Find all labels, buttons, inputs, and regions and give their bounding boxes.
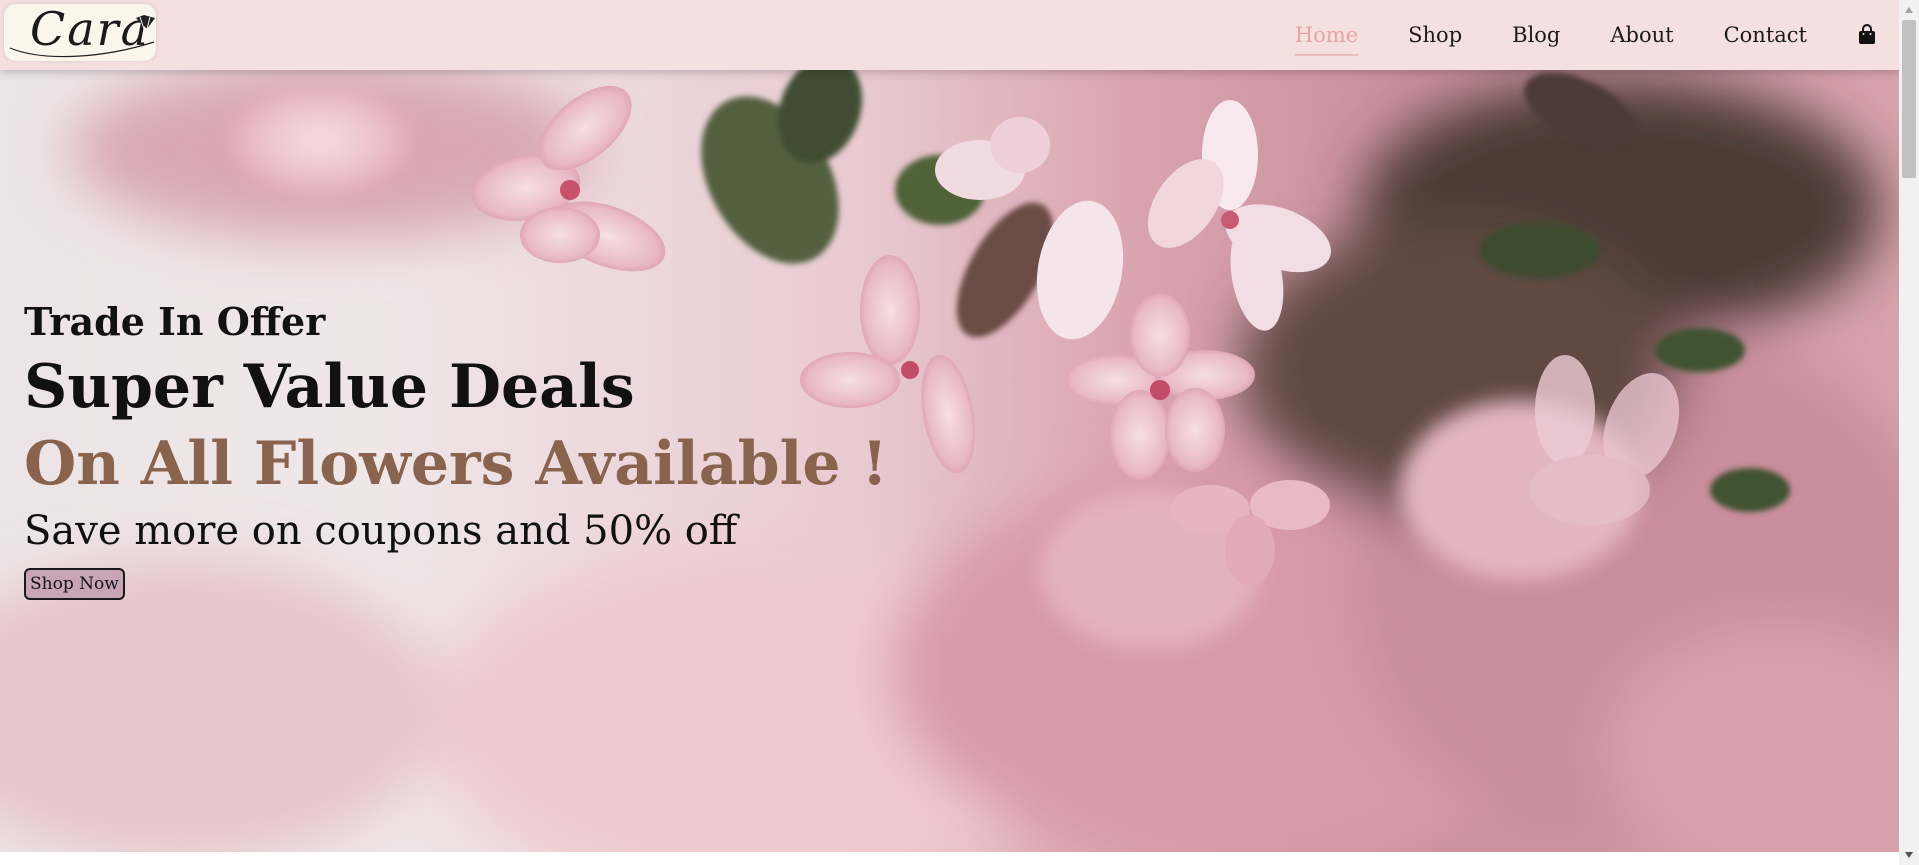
nav-item-shop[interactable]: Shop	[1408, 23, 1462, 47]
scrollbar-thumb[interactable]	[1902, 20, 1916, 178]
hero-banner: Trade In Offer Super Value Deals On All …	[0, 70, 1899, 852]
hero-headline: Super Value Deals	[24, 351, 635, 422]
scroll-down-arrow-icon[interactable]	[1899, 847, 1919, 863]
nav-item-about[interactable]: About	[1610, 23, 1673, 47]
page: Cara Home Shop Blog About Contact Trade …	[0, 0, 1919, 865]
hero-subtext: Save more on coupons and 50% off	[24, 508, 738, 555]
shop-now-button[interactable]: Shop Now	[24, 568, 125, 601]
below-fold-strip	[0, 852, 1899, 865]
main-nav: Home Shop Blog About Contact	[1294, 0, 1899, 70]
hero-kicker: Trade In Offer	[24, 299, 326, 344]
diamond-icon	[9, 15, 155, 58]
site-header: Cara Home Shop Blog About Contact	[0, 0, 1899, 70]
nav-item-blog[interactable]: Blog	[1512, 23, 1560, 47]
hero-content: Trade In Offer Super Value Deals On All …	[24, 299, 888, 601]
logo[interactable]: Cara	[4, 4, 156, 61]
shopping-bag-icon[interactable]	[1857, 24, 1877, 46]
nav-item-home[interactable]: Home	[1294, 23, 1359, 56]
scroll-up-arrow-icon[interactable]	[1899, 2, 1919, 18]
hero-highlight: On All Flowers Available !	[24, 428, 888, 499]
nav-item-contact[interactable]: Contact	[1724, 23, 1807, 47]
page-scrollbar[interactable]	[1899, 0, 1919, 865]
